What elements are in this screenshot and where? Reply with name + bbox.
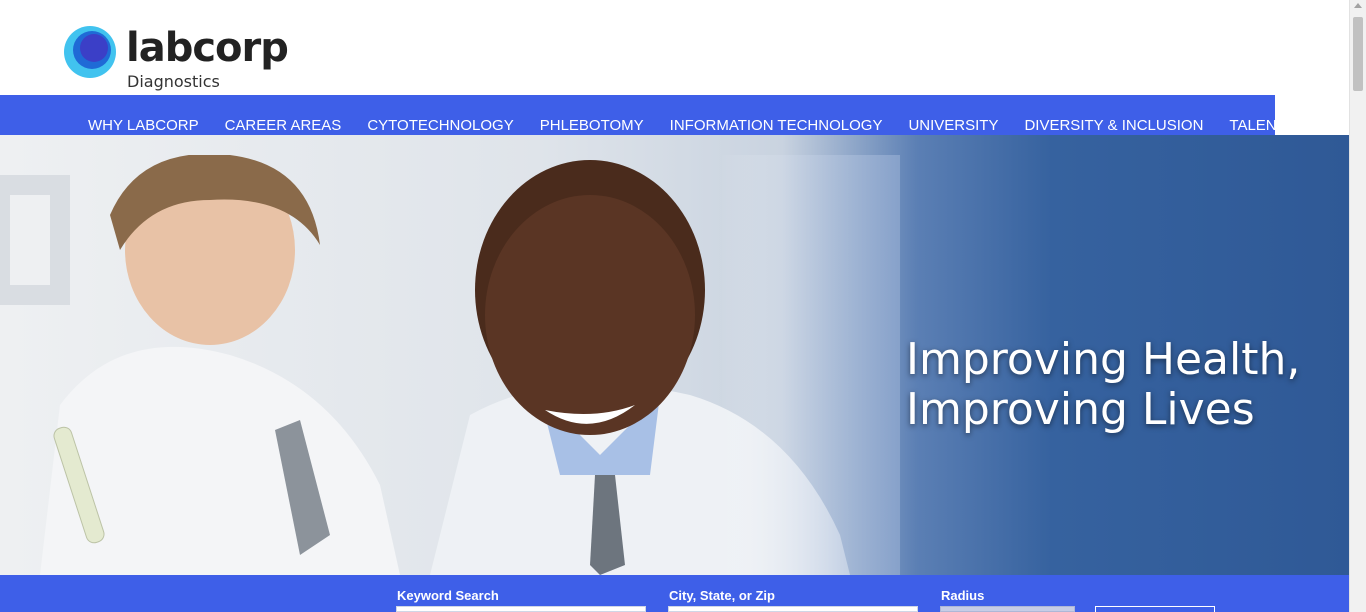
nav-item-talent-community[interactable]: TALENT COMMUNITY — [1216, 117, 1349, 134]
search-button[interactable] — [1095, 606, 1215, 612]
scroll-up-arrow-icon[interactable] — [1354, 3, 1362, 8]
hero-title-line-1: Improving Health, — [906, 334, 1301, 385]
nav-item-why-labcorp[interactable]: WHY LABCORP — [75, 117, 212, 134]
labcorp-logo-icon — [64, 26, 116, 78]
logo[interactable]: labcorp Diagnostics — [63, 22, 289, 92]
hero-title: Improving Health, Improving Lives — [906, 335, 1300, 435]
radius-select[interactable] — [940, 606, 1075, 612]
hero-title-line-2: Improving Lives — [906, 384, 1255, 435]
location-input[interactable] — [668, 606, 918, 612]
hero-photo-scientists — [0, 155, 900, 575]
location-label: City, State, or Zip — [669, 588, 775, 603]
radius-label: Radius — [941, 588, 985, 603]
logo-wordmark: labcorp — [126, 25, 289, 71]
page: labcorp Diagnostics WHY LABCORP CAREER A… — [0, 0, 1349, 612]
keyword-search-label: Keyword Search — [397, 588, 499, 603]
nav-item-cytotechnology[interactable]: CYTOTECHNOLOGY — [354, 117, 526, 134]
nav-item-information-technology[interactable]: INFORMATION TECHNOLOGY — [657, 117, 896, 134]
nav-item-phlebotomy[interactable]: PHLEBOTOMY — [527, 117, 657, 134]
logo-subtitle: Diagnostics — [127, 72, 220, 91]
nav-item-diversity-inclusion[interactable]: DIVERSITY & INCLUSION — [1011, 117, 1216, 134]
keyword-search-input[interactable] — [396, 606, 646, 612]
scrollbar-thumb[interactable] — [1353, 17, 1363, 91]
vertical-scrollbar[interactable] — [1349, 0, 1366, 612]
hero-banner: Improving Health, Improving Lives — [0, 135, 1349, 575]
nav-item-university[interactable]: UNIVERSITY — [895, 117, 1011, 134]
nav-item-career-areas[interactable]: CAREER AREAS — [212, 117, 355, 134]
